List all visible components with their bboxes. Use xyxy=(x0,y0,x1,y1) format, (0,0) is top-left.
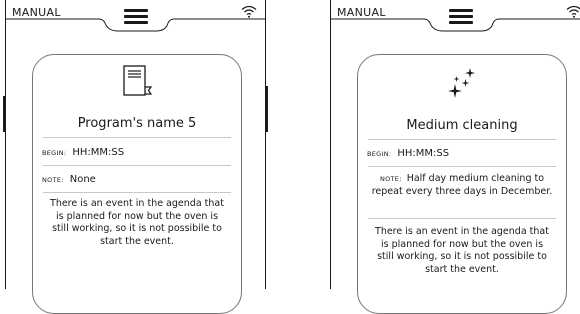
sparkles-icon xyxy=(444,67,480,107)
divider xyxy=(43,137,231,138)
divider xyxy=(43,165,231,166)
wifi-icon xyxy=(241,5,257,18)
begin-value: HH:MM:SS xyxy=(397,148,450,159)
divider xyxy=(43,192,231,193)
edge-tab xyxy=(3,96,6,132)
note-row: NOTE: Half day medium cleaning to repeat … xyxy=(370,173,554,198)
wifi-icon xyxy=(566,5,580,18)
top-bar: MANUAL xyxy=(331,0,580,32)
event-warning-message: There is an event in the agenda that is … xyxy=(50,198,224,247)
menu-icon[interactable] xyxy=(123,9,148,24)
note-row: NOTE: None xyxy=(42,174,96,185)
begin-label: BEGIN: xyxy=(42,149,67,157)
device-screen-left: MANUAL Program's name 5 BEGIN: HH:MM:SS xyxy=(3,0,268,314)
book-icon xyxy=(119,65,155,103)
event-card: Program's name 5 BEGIN: HH:MM:SS NOTE: Non… xyxy=(32,54,242,314)
begin-row: BEGIN: HH:MM:SS xyxy=(367,148,449,159)
divider xyxy=(368,218,556,219)
mode-label: MANUAL xyxy=(12,6,61,19)
begin-row: BEGIN: HH:MM:SS xyxy=(42,147,124,158)
begin-value: HH:MM:SS xyxy=(72,147,125,158)
divider xyxy=(368,139,556,140)
divider xyxy=(368,166,556,167)
top-bar: MANUAL xyxy=(6,0,265,32)
note-label: NOTE: xyxy=(42,176,64,184)
menu-icon[interactable] xyxy=(448,9,473,24)
event-card: Medium cleaning BEGIN: HH:MM:SS NOTE: Half… xyxy=(357,54,567,314)
mode-label: MANUAL xyxy=(337,6,386,19)
program-title: Program's name 5 xyxy=(77,116,197,131)
program-title: Medium cleaning xyxy=(406,118,518,133)
note-label: NOTE: xyxy=(379,175,402,183)
event-warning-message: There is an event in the agenda that is … xyxy=(375,226,549,275)
begin-label: BEGIN: xyxy=(367,150,392,158)
device-screen-right: MANUAL Medium cleaning BEGIN: HH:MM:SS N… xyxy=(330,0,580,314)
note-value: None xyxy=(69,174,96,185)
edge-tab xyxy=(265,86,268,132)
